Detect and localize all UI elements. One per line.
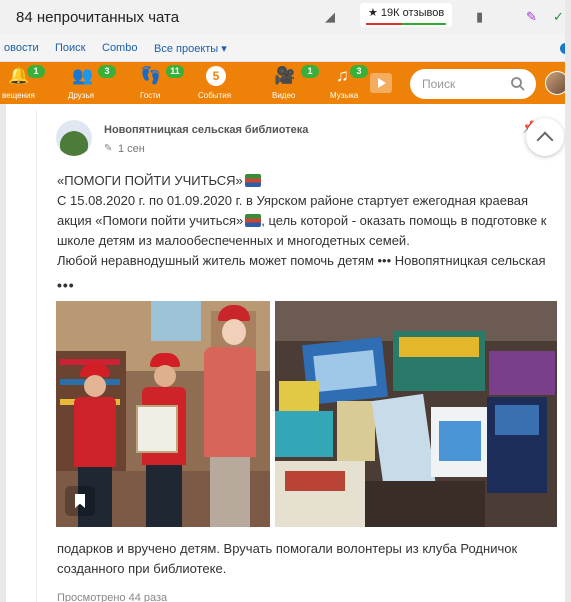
play-icon[interactable] — [370, 73, 392, 93]
post-author[interactable]: Новопятницкая сельская библиотека — [104, 124, 308, 136]
top-links-bar: овости Поиск Combo Все проекты ▾ — [0, 34, 571, 62]
extension-icon[interactable]: ✓ — [553, 9, 564, 25]
tab-title[interactable]: 84 непрочитанных чата — [16, 9, 179, 26]
nav-badge: 3 — [98, 65, 116, 78]
video-camera-icon: 🎥 — [274, 66, 296, 85]
mute-icon[interactable]: ◢ — [325, 9, 335, 25]
nav-label: Гости — [140, 91, 161, 100]
search-icon[interactable] — [510, 76, 526, 92]
nav-item-video[interactable]: 🎥 1 Видео — [268, 62, 319, 104]
bookmark-button[interactable] — [65, 486, 95, 516]
music-note-icon: ♫ — [336, 66, 349, 85]
nav-item-events[interactable]: 5 События — [196, 62, 246, 104]
search-input[interactable]: Поиск — [410, 69, 536, 99]
post-photo-supplies[interactable] — [275, 301, 557, 527]
post-line: , цель которой - оказать помощь в подгот… — [261, 213, 547, 228]
nav-label: Друзья — [68, 91, 94, 100]
browser-tab-bar: 84 непрочитанных чата ◢ ★ 19К отзывов ▮ … — [0, 0, 571, 34]
nav-item-friends[interactable]: 👥 3 Друзья — [62, 62, 116, 104]
link-news[interactable]: овости — [4, 42, 39, 54]
nav-label: вещения — [2, 91, 35, 100]
nav-label: Музыка — [330, 91, 359, 100]
caption-line: созданного при библиотеке. — [57, 561, 227, 576]
reviews-rating-bar — [366, 23, 446, 25]
post-line: «ПОМОГИ ПОЙТИ УЧИТЬСЯ» — [57, 173, 243, 188]
nav-item-notifications[interactable]: 🔔 1 вещения — [0, 62, 50, 104]
link-all-projects[interactable]: Все проекты ▾ — [154, 42, 227, 55]
bookmark-tab-icon[interactable]: ▮ — [476, 9, 483, 25]
events-icon: 5 — [206, 66, 226, 86]
author-avatar[interactable] — [56, 120, 92, 156]
reviews-label: ★ 19К отзывов — [368, 7, 445, 19]
friends-icon: 👥 — [72, 66, 94, 85]
scroll-up-button[interactable] — [526, 118, 564, 156]
nav-badge: 1 — [27, 65, 45, 78]
pencil-icon: ✎ — [104, 143, 113, 154]
caption-line: подарков и вручено детям. Вручать помога… — [57, 541, 518, 556]
nav-badge: 3 — [350, 65, 368, 78]
books-emoji-icon — [245, 214, 262, 227]
books-emoji-icon — [244, 174, 261, 187]
nav-item-guests[interactable]: 👣 11 Гости — [130, 62, 184, 104]
nav-label: Видео — [272, 91, 296, 100]
window-frame-right — [565, 0, 571, 602]
link-combo[interactable]: Combo — [102, 42, 137, 54]
bell-icon: 🔔 — [8, 66, 30, 85]
post-line: Любой неравнодушный житель может помочь … — [57, 253, 546, 268]
nav-label: События — [198, 91, 232, 100]
post-time: 1 сен — [118, 143, 145, 155]
nav-badge: 1 — [301, 65, 319, 78]
search-placeholder: Поиск — [422, 77, 456, 91]
views-count: Просмотрено 44 раза — [57, 592, 168, 602]
post-caption: подарков и вручено детям. Вручать помога… — [57, 539, 552, 579]
post-line: С 15.08.2020 г. по 01.09.2020 г. в Уярск… — [57, 193, 529, 208]
reviews-chip[interactable]: ★ 19К отзывов — [360, 3, 452, 27]
post-line: школе детям из малообеспеченных и многод… — [57, 233, 410, 248]
link-search[interactable]: Поиск — [55, 42, 85, 54]
pen-icon[interactable]: ✎ — [526, 9, 537, 25]
post-line: акция «Помоги пойти учиться» — [57, 213, 244, 228]
nav-badge: 11 — [166, 65, 184, 78]
post-text: «ПОМОГИ ПОЙТИ УЧИТЬСЯ» С 15.08.2020 г. п… — [57, 171, 552, 271]
footprints-icon: 👣 — [140, 66, 162, 85]
expand-post-button[interactable]: ••• — [57, 277, 75, 293]
